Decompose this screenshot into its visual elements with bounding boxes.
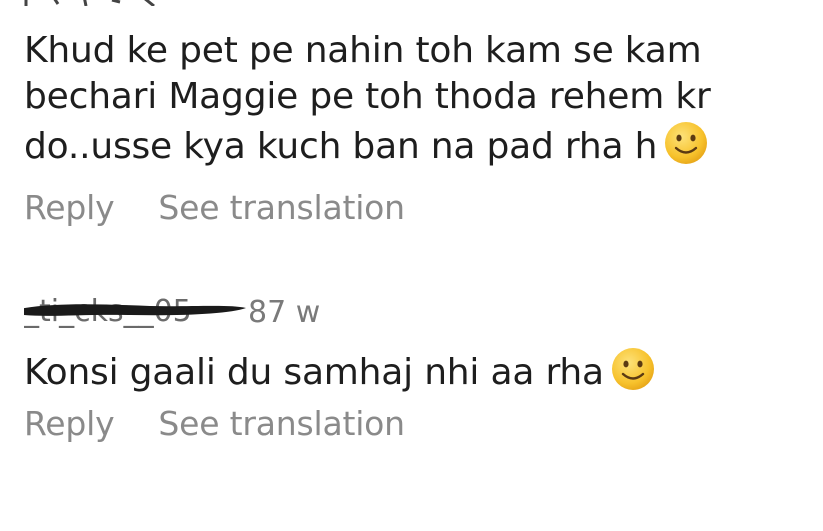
- comment-item: _ti_cks__05 87 w Konsi gaali du samhaj n…: [24, 292, 804, 443]
- comment-timestamp: 87 w: [248, 294, 321, 330]
- comment-body: Konsi gaali du samhaj nhi aa rha: [24, 346, 804, 396]
- reply-button[interactable]: Reply: [24, 404, 115, 443]
- reply-button[interactable]: Reply: [24, 188, 115, 227]
- slightly-smiling-face-icon: [665, 122, 708, 164]
- see-translation-button[interactable]: See translation: [158, 404, 405, 443]
- redaction-scribble: [24, 304, 246, 316]
- comment-actions: Reply See translation: [24, 404, 804, 443]
- slightly-smiling-face-icon: [611, 348, 654, 390]
- comment-body: Khud ke pet pe nahin toh kam se kam bech…: [24, 28, 804, 170]
- comment-actions: Reply See translation: [24, 188, 804, 227]
- comment-text: Khud ke pet pe nahin toh kam se kam bech…: [24, 30, 711, 167]
- see-translation-button[interactable]: See translation: [158, 188, 405, 227]
- comment-text: Konsi gaali du samhaj nhi aa rha: [24, 352, 604, 393]
- username[interactable]: _ti_cks__05: [24, 292, 246, 332]
- previous-comment-remnant: [24, 0, 155, 6]
- comment-meta: _ti_cks__05 87 w: [24, 292, 804, 332]
- comment-item: Khud ke pet pe nahin toh kam se kam bech…: [24, 28, 804, 227]
